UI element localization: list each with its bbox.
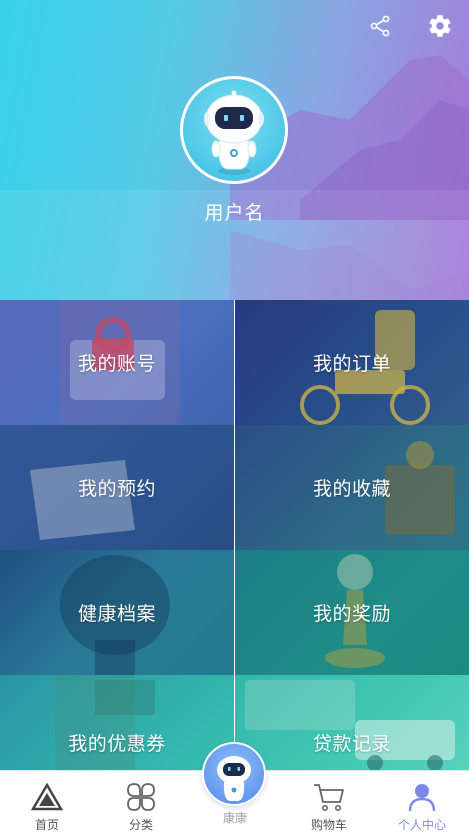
username[interactable]: 用户名	[0, 198, 469, 225]
menu-label: 我的奖励	[312, 603, 391, 625]
avatar[interactable]	[180, 76, 288, 184]
menu-label: 我的预约	[77, 478, 156, 500]
menu-my-coupons[interactable]: 我的优惠券	[0, 675, 234, 770]
tab-cart[interactable]: 购物车	[282, 771, 376, 834]
menu-label: 健康档案	[77, 603, 156, 625]
triangle-home-icon	[31, 781, 63, 813]
menu-my-rewards[interactable]: 我的奖励	[235, 550, 469, 675]
tab-home[interactable]: 首页	[0, 771, 94, 834]
category-icon	[126, 781, 156, 813]
menu-loan-records[interactable]: 贷款记录	[235, 675, 469, 770]
tab-label: 首页	[34, 818, 59, 832]
gear-icon[interactable]	[426, 12, 454, 40]
menu-label: 我的收藏	[312, 478, 391, 500]
menu-label: 贷款记录	[312, 733, 391, 755]
menu-label: 我的优惠券	[68, 733, 166, 755]
tab-profile[interactable]: 个人中心	[375, 771, 469, 834]
menu-my-orders[interactable]: 我的订单	[235, 300, 469, 425]
menu-label: 我的账号	[77, 353, 156, 375]
menu-health-records[interactable]: 健康档案	[0, 550, 234, 675]
tab-label: 分类	[128, 818, 153, 832]
robot-icon	[204, 90, 264, 175]
person-icon	[407, 781, 437, 813]
tab-label: 购物车	[310, 818, 347, 832]
menu-my-appointments[interactable]: 我的预约	[0, 425, 234, 550]
menu-my-favorites[interactable]: 我的收藏	[235, 425, 469, 550]
menu-my-account[interactable]: 我的账号	[0, 300, 234, 425]
tab-label: 个人中心	[397, 818, 446, 832]
tab-label: 康康	[222, 811, 247, 825]
share-icon[interactable]	[366, 12, 394, 40]
menu-label: 我的订单	[312, 353, 391, 375]
cart-icon	[313, 781, 345, 813]
tab-category[interactable]: 分类	[94, 771, 188, 834]
profile-header: 用户名	[0, 0, 469, 300]
menu-grid: 我的账号 我的订单 我的预约 我的收藏 健康档案 我的奖励 我的优惠券 贷款记录	[0, 300, 469, 770]
